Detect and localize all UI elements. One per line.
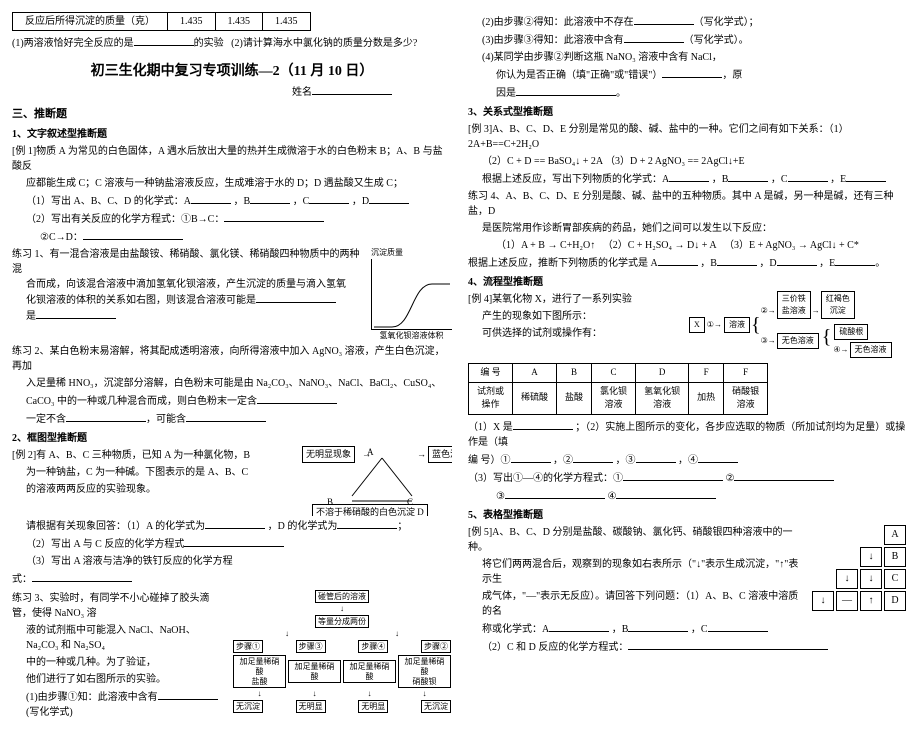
top-table-cell: 1.435 [215, 13, 263, 31]
axis-graph: 沉淀质量 氢氧化钡溶液体积 [371, 247, 452, 342]
example-1: [例 1]物质 A 为常见的白色固体，A 遇水后放出大量的热并生成微溶于水的白色… [12, 144, 452, 174]
combo-grid: A ↓B ↓↓C ↓—↑D [810, 523, 908, 613]
triangle-diagram: 无明显现象 → A B C → 蓝色沉淀 不溶于稀硝酸的白色沉淀 D [302, 446, 452, 516]
right-column: (2)由步骤②得知：此溶液中不存在（写化学式）； (3)由步骤③得知：此溶液中含… [468, 12, 908, 722]
type5-heading: 5、表格型推断题 [468, 508, 908, 523]
type1-heading: 1、文字叙述型推断题 [12, 127, 452, 142]
trial-table: 编 号 A B C D F F 试剂或操作 稀硫酸 盐酸 氯化钡溶液 氢氧化钡溶… [468, 363, 768, 415]
example-4: X①→ 溶液 { ②→三价铁盐溶液→红褐色沉淀 ③→无色溶液 { 硫酸根 ④→无… [468, 290, 908, 359]
top-data-table: 反应后所得沉淀的质量（克） 1.435 1.435 1.435 [12, 12, 311, 31]
example-3: [例 3]A、B、C、D、E 分别是常见的酸、碱、盐中的一种。它们之间有如下关系… [468, 122, 908, 152]
top-table-cell: 1.435 [168, 13, 216, 31]
left-column: 反应后所得沉淀的质量（克） 1.435 1.435 1.435 (1)两溶液恰好… [12, 12, 452, 722]
right-flow-diagram: X①→ 溶液 { ②→三价铁盐溶液→红褐色沉淀 ③→无色溶液 { 硫酸根 ④→无… [688, 290, 908, 359]
example-5: A ↓B ↓↓C ↓—↑D [例 5]A、B、C、D 分别是盐酸、碳酸钠、氯化钙… [468, 523, 908, 657]
type3-heading: 3、关系式型推断题 [468, 105, 908, 120]
practice-3: 碰管后的溶液 ↓ 等量分成两份 ↓↓ 步骤① 步骤③ 步骤④ 步骤② 加足量稀硝… [12, 589, 452, 722]
page-title: 初三生化期中复习专项训练—2（11 月 10 日） [12, 61, 452, 82]
example-2: 无明显现象 → A B C → 蓝色沉淀 不溶于稀硝酸的白色沉淀 D [例 2]… [12, 446, 452, 516]
practice-4: 练习 4、A、B、C、D、E 分别是酸、碱、盐中的五种物质。其中 A 是碱，另一… [468, 189, 908, 219]
type4-heading: 4、流程型推断题 [468, 275, 908, 290]
top-q1: (1)两溶液恰好完全反应的是的实验 (2)请计算海水中氯化钠的质量分数是多少? [12, 35, 452, 51]
practice-1: 沉淀质量 氢氧化钡溶液体积 练习 1、有一混合溶液是由盐酸铵、稀硝酸、氯化镁、稀… [12, 247, 452, 342]
section-heading: 三、推断题 [12, 106, 452, 123]
type2-heading: 2、框图型推断题 [12, 431, 452, 446]
flowchart: 碰管后的溶液 ↓ 等量分成两份 ↓↓ 步骤① 步骤③ 步骤④ 步骤② 加足量稀硝… [232, 589, 452, 715]
name-line: 姓名 [12, 84, 452, 100]
top-table-cell: 1.435 [263, 13, 311, 31]
top-table-label: 反应后所得沉淀的质量（克） [13, 13, 168, 31]
practice-2: 练习 2、某白色粉末易溶解，将其配成透明溶液，向所得溶液中加入 AgNO₃ 溶液… [12, 344, 452, 374]
